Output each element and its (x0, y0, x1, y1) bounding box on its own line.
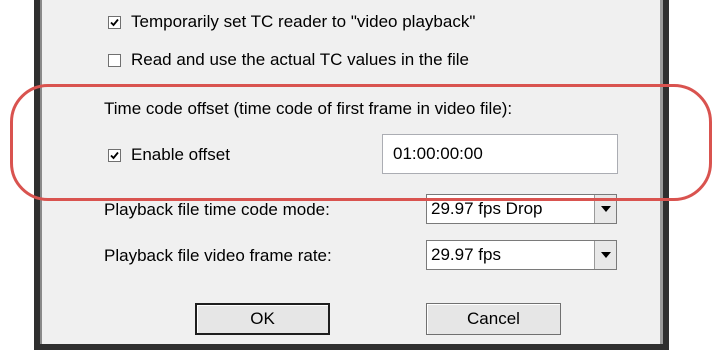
frame-rate-label: Playback file video frame rate: (104, 246, 332, 265)
time-code-offset-field[interactable]: 01:00:00:00 (382, 134, 618, 174)
cancel-button[interactable]: Cancel (426, 303, 561, 335)
playback-mode-selected: 29.97 fps Drop (431, 199, 543, 218)
checkmark-icon (110, 18, 119, 26)
checkmark-icon (110, 151, 119, 159)
playback-mode-dropdown-button[interactable] (594, 195, 616, 223)
read-actual-tc-checkbox-row[interactable]: Read and use the actual TC values in the… (108, 48, 469, 72)
playback-mode-select[interactable]: 29.97 fps Drop (426, 194, 617, 224)
chevron-down-icon (600, 206, 611, 212)
frame-rate-dropdown-button[interactable] (594, 241, 616, 269)
window-frame-bottom (34, 344, 669, 350)
temp-tc-reader-checkbox[interactable] (108, 15, 121, 29)
enable-offset-checkbox[interactable] (108, 148, 121, 162)
ok-button[interactable]: OK (195, 303, 330, 335)
temp-tc-reader-label: Temporarily set TC reader to "video play… (131, 12, 476, 31)
read-actual-tc-checkbox[interactable] (108, 53, 121, 67)
read-actual-tc-label: Read and use the actual TC values in the… (131, 50, 470, 69)
window-frame-right-inner (660, 0, 663, 346)
timecode-settings-dialog: Temporarily set TC reader to "video play… (42, 0, 660, 344)
enable-offset-label: Enable offset (131, 145, 230, 164)
time-code-offset-value: 01:00:00:00 (393, 144, 483, 163)
frame-rate-select[interactable]: 29.97 fps (426, 240, 617, 270)
window-frame-right (663, 0, 669, 350)
frame-rate-selected: 29.97 fps (431, 245, 501, 264)
playback-mode-label: Playback file time code mode: (104, 200, 330, 219)
enable-offset-checkbox-row[interactable]: Enable offset (108, 143, 230, 167)
temp-tc-reader-checkbox-row[interactable]: Temporarily set TC reader to "video play… (108, 10, 475, 34)
chevron-down-icon (600, 252, 611, 258)
offset-section-heading: Time code offset (time code of first fra… (104, 99, 513, 118)
